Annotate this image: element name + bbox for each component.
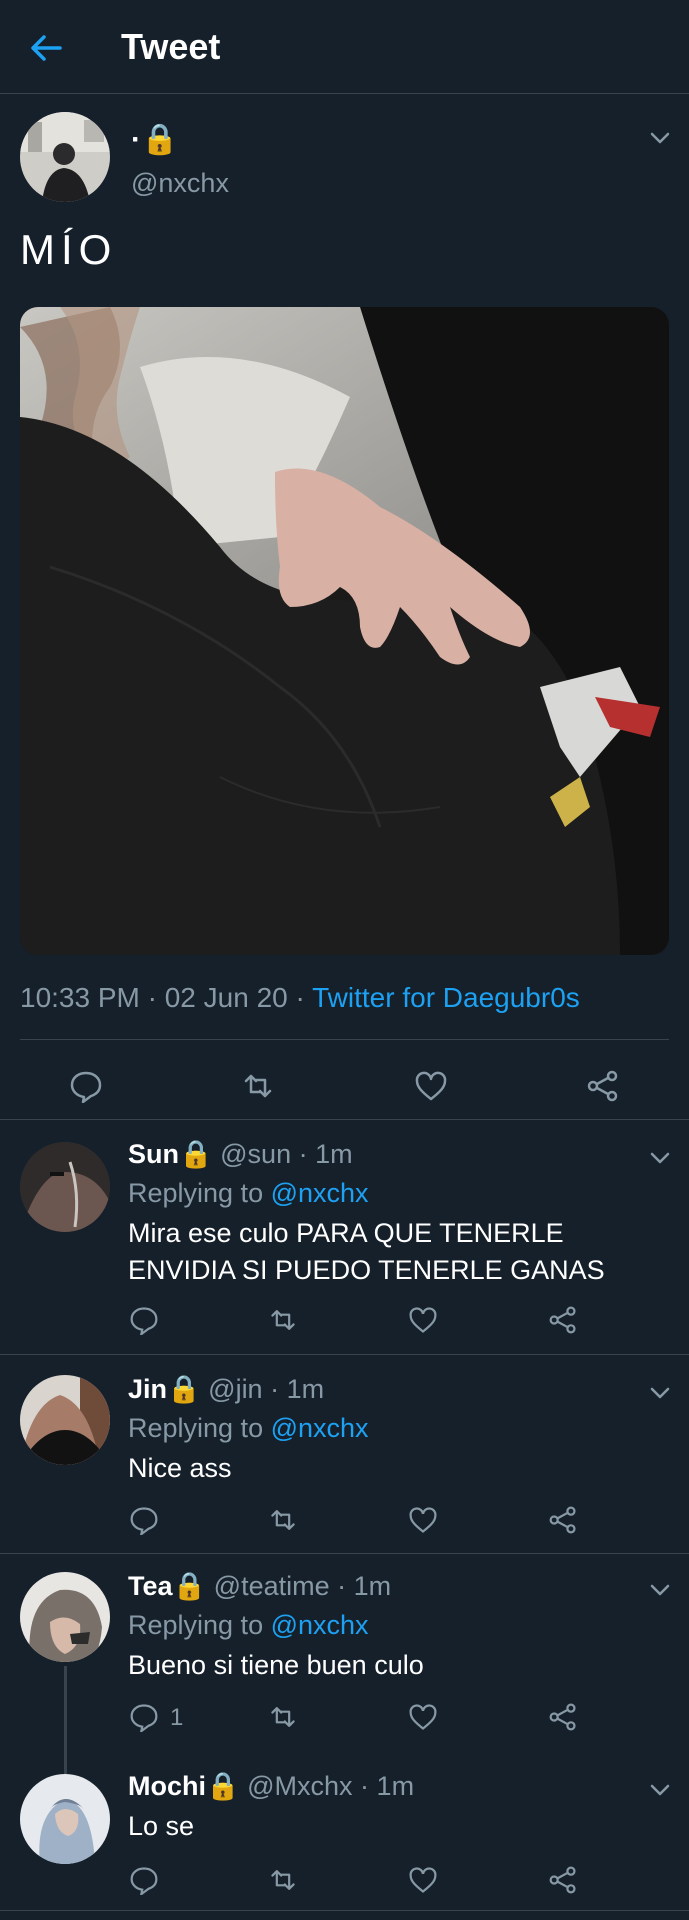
mention-link[interactable]: @nxchx xyxy=(271,1610,369,1640)
comment-icon[interactable] xyxy=(129,1865,159,1895)
comment-icon[interactable] xyxy=(129,1305,159,1335)
reply-avatar[interactable] xyxy=(20,1572,110,1662)
reply-handle[interactable]: @teatime · 1m xyxy=(214,1571,391,1601)
comment-icon[interactable] xyxy=(129,1702,159,1732)
replying-to: Replying to @nxchx xyxy=(128,1178,369,1209)
replying-to-label: Replying to xyxy=(128,1610,271,1640)
replying-to: Replying to @nxchx xyxy=(128,1610,369,1641)
reply-header: Jin🔒 @jin · 1m xyxy=(128,1373,324,1405)
reply-text: Mira ese culo PARA QUE TENERLE ENVIDIA S… xyxy=(128,1218,605,1285)
reply-header: Sun🔒 @sun · 1m xyxy=(128,1138,353,1170)
reply-display-name[interactable]: Sun xyxy=(128,1139,179,1169)
mention-link[interactable]: @nxchx xyxy=(271,1413,369,1443)
reply-text: Bueno si tiene buen culo xyxy=(128,1650,424,1680)
chevron-down-icon[interactable] xyxy=(646,1379,674,1407)
reply-header: Tea🔒 @teatime · 1m xyxy=(128,1570,391,1602)
divider xyxy=(0,1910,689,1911)
reply-header: Mochi🔒 @Mxchx · 1m xyxy=(128,1770,414,1802)
reply-avatar[interactable] xyxy=(20,1142,110,1232)
back-arrow-icon[interactable] xyxy=(26,28,66,68)
heart-icon[interactable] xyxy=(414,1069,448,1103)
reply-display-name[interactable]: Jin xyxy=(128,1374,167,1404)
share-icon[interactable] xyxy=(586,1069,620,1103)
lock-icon: 🔒 xyxy=(179,1139,213,1169)
tweet-text: MÍO xyxy=(20,226,118,273)
retweet-icon[interactable] xyxy=(268,1505,298,1535)
reply-text: Nice ass xyxy=(128,1453,232,1483)
tweet-source-link[interactable]: Twitter for Daegubr0s xyxy=(312,982,580,1013)
reply-tweet[interactable]: Sun🔒 @sun · 1m Replying to @nxchx Mira e… xyxy=(0,1120,689,1354)
tweet-timestamp: 10:33 PM · 02 Jun 20 · Twitter for Daegu… xyxy=(20,982,580,1014)
share-icon[interactable] xyxy=(548,1305,578,1335)
heart-icon[interactable] xyxy=(408,1305,438,1335)
chevron-down-icon[interactable] xyxy=(646,1576,674,1604)
tweet-photo[interactable] xyxy=(20,307,669,955)
share-icon[interactable] xyxy=(548,1865,578,1895)
lock-icon: 🔒 xyxy=(172,1571,207,1601)
reply-tweet[interactable]: Mochi🔒 @Mxchx · 1m Lo se xyxy=(0,1754,689,1920)
reply-tweet[interactable]: Jin🔒 @jin · 1m Replying to @nxchx Nice a… xyxy=(0,1355,689,1553)
reply-count: 1 xyxy=(170,1704,184,1731)
tweet-actions xyxy=(0,1040,689,1128)
lock-icon: 🔒 xyxy=(167,1374,201,1404)
reply-handle[interactable]: @jin · 1m xyxy=(208,1374,324,1404)
lock-icon: 🔒 xyxy=(206,1771,240,1801)
author-handle[interactable]: @nxchx xyxy=(131,168,229,199)
heart-icon[interactable] xyxy=(408,1505,438,1535)
share-icon[interactable] xyxy=(548,1505,578,1535)
reply-handle[interactable]: @sun · 1m xyxy=(220,1139,352,1169)
reply-display-name[interactable]: Mochi xyxy=(128,1771,206,1801)
mention-link[interactable]: @nxchx xyxy=(271,1178,369,1208)
comment-icon[interactable] xyxy=(69,1069,103,1103)
retweet-icon[interactable] xyxy=(241,1069,275,1103)
author-avatar[interactable] xyxy=(20,112,110,202)
tweet-time: 10:33 PM · 02 Jun 20 · xyxy=(20,982,313,1013)
reply-tweet[interactable]: Tea🔒 @teatime · 1m Replying to @nxchx Bu… xyxy=(0,1554,689,1754)
replying-to-label: Replying to xyxy=(128,1413,271,1443)
author-display-name[interactable]: ·🔒 xyxy=(131,122,178,157)
reply-text: Lo se xyxy=(128,1811,195,1841)
heart-icon[interactable] xyxy=(408,1865,438,1895)
retweet-icon[interactable] xyxy=(268,1702,298,1732)
heart-icon[interactable] xyxy=(408,1702,438,1732)
share-icon[interactable] xyxy=(548,1702,578,1732)
retweet-icon[interactable] xyxy=(268,1305,298,1335)
retweet-icon[interactable] xyxy=(268,1865,298,1895)
reply-avatar[interactable] xyxy=(20,1375,110,1465)
top-bar: Tweet xyxy=(0,0,689,94)
comment-icon[interactable] xyxy=(129,1505,159,1535)
chevron-down-icon[interactable] xyxy=(646,1776,674,1804)
reply-handle[interactable]: @Mxchx · 1m xyxy=(247,1771,414,1801)
chevron-down-icon[interactable] xyxy=(646,1144,674,1172)
page-title: Tweet xyxy=(121,26,221,67)
reply-display-name[interactable]: Tea xyxy=(128,1571,173,1601)
reply-avatar[interactable] xyxy=(20,1774,110,1864)
replying-to-label: Replying to xyxy=(128,1178,271,1208)
replying-to: Replying to @nxchx xyxy=(128,1413,369,1444)
chevron-down-icon[interactable] xyxy=(646,124,674,152)
